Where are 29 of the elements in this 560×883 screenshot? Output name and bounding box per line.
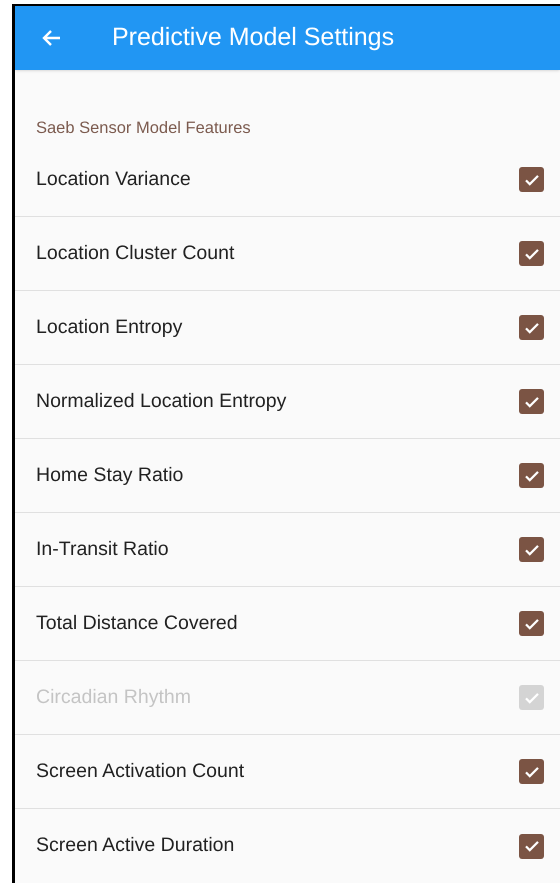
feature-row[interactable]: Normalized Location Entropy <box>15 365 560 439</box>
feature-row[interactable]: In-Transit Ratio <box>15 513 560 587</box>
feature-label: Location Cluster Count <box>36 240 234 266</box>
section-title: Saeb Sensor Model Features <box>36 118 252 139</box>
feature-label: Screen Active Duration <box>36 833 234 858</box>
feature-label: Screen Activation Count <box>36 758 244 784</box>
checkbox[interactable] <box>519 611 544 636</box>
feature-label: Location Entropy <box>36 314 182 340</box>
feature-row[interactable]: Home Stay Ratio <box>15 439 560 513</box>
feature-row[interactable]: Location Variance <box>15 143 560 217</box>
page-title: Predictive Model Settings <box>112 22 394 54</box>
feature-row[interactable]: Total Distance Covered <box>15 587 560 661</box>
checkbox[interactable] <box>519 167 544 192</box>
checkbox[interactable] <box>519 241 544 266</box>
feature-label: In-Transit Ratio <box>36 536 169 562</box>
feature-label: Normalized Location Entropy <box>36 388 286 414</box>
feature-row[interactable]: Location Cluster Count <box>15 217 560 291</box>
checkbox[interactable] <box>519 389 544 414</box>
checkbox[interactable] <box>519 537 544 562</box>
feature-label: Home Stay Ratio <box>36 462 184 488</box>
feature-label: Location Variance <box>36 166 191 192</box>
checkbox[interactable] <box>519 834 544 858</box>
feature-row[interactable]: Screen Active Duration <box>15 809 560 883</box>
checkbox[interactable] <box>519 759 544 784</box>
feature-row[interactable]: Screen Activation Count <box>15 735 560 809</box>
checkbox[interactable] <box>519 463 544 488</box>
feature-label: Total Distance Covered <box>36 610 238 636</box>
checkbox[interactable] <box>519 315 544 340</box>
feature-row[interactable]: Location Entropy <box>15 291 560 365</box>
